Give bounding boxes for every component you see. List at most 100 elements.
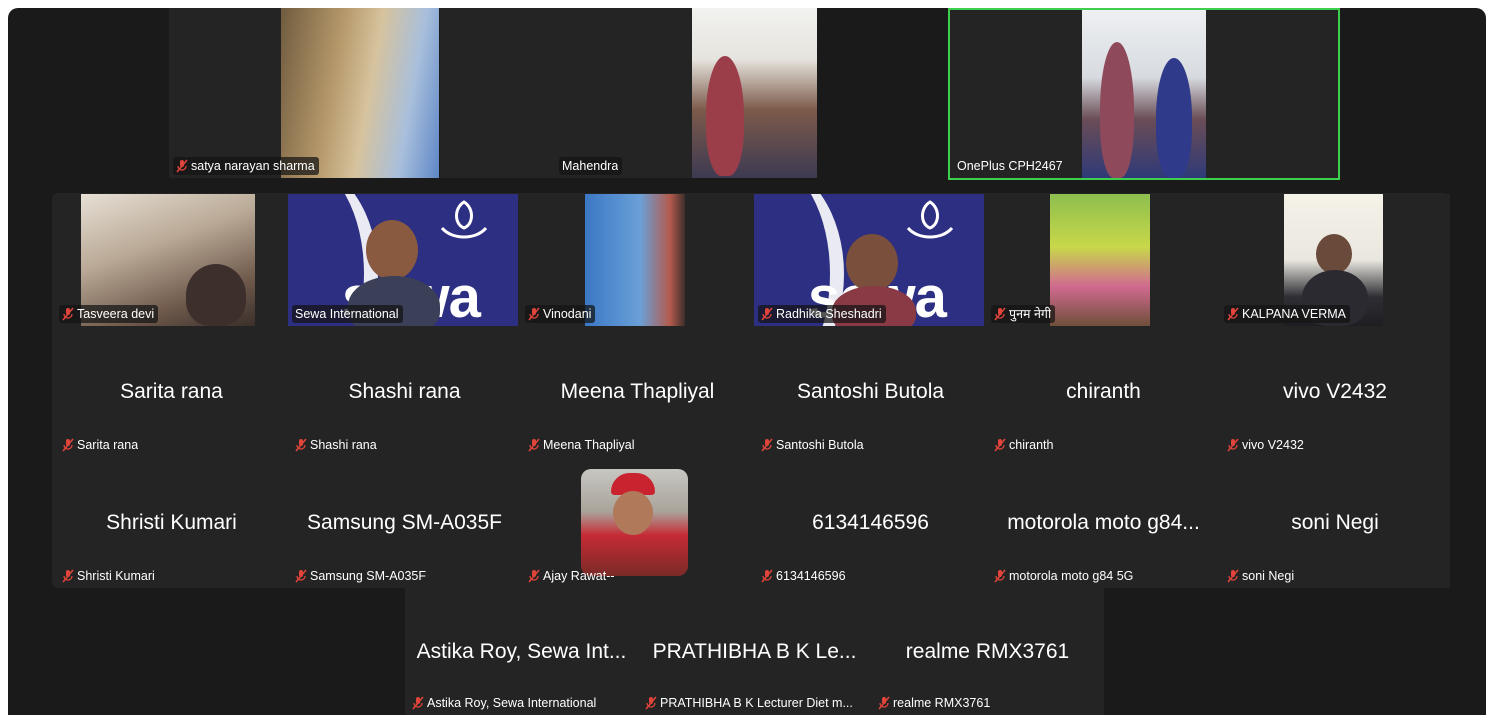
- mic-muted-icon: [528, 438, 540, 452]
- participant-tile[interactable]: पुनम नेगी: [987, 194, 1220, 326]
- participant-name-label: Vinodani: [525, 305, 596, 323]
- participant-name: Radhika Sheshadri: [776, 307, 882, 321]
- participant-tile[interactable]: vivo V2432 vivo V2432: [1220, 326, 1450, 457]
- participant-tile[interactable]: motorola moto g84... motorola moto g84 5…: [987, 457, 1220, 588]
- participant-name-label: 6134146596: [758, 567, 850, 585]
- participant-tile[interactable]: Astika Roy, Sewa Int... Astika Roy, Sewa…: [405, 588, 638, 715]
- participant-tile-active-speaker[interactable]: OnePlus CPH2467: [948, 8, 1340, 180]
- participant-name-label: Tasveera devi: [59, 305, 159, 323]
- participant-name-label: Ajay Rawat--: [525, 567, 619, 585]
- sewa-logo-icon: [906, 200, 954, 239]
- participant-display-name: Samsung SM-A035F: [307, 510, 502, 534]
- participant-name: Ajay Rawat--: [543, 569, 615, 583]
- participant-tile[interactable]: Samsung SM-A035F Samsung SM-A035F: [288, 457, 521, 588]
- participant-tile[interactable]: Ajay Rawat--: [521, 457, 754, 588]
- person-figure: [1156, 58, 1192, 178]
- person-head: [613, 491, 653, 535]
- participant-display-name: Santoshi Butola: [796, 379, 945, 403]
- participant-name: vivo V2432: [1242, 438, 1304, 452]
- participant-video: [1082, 10, 1206, 178]
- participant-name-label: Meena Thapliyal: [525, 436, 639, 454]
- participant-name: Tasveera devi: [77, 307, 155, 321]
- participant-name: Shristi Kumari: [77, 569, 155, 583]
- participant-tile[interactable]: satya narayan sharma: [169, 8, 439, 178]
- mic-muted-icon: [528, 307, 540, 321]
- participant-avatar-photo: [581, 469, 688, 576]
- mic-muted-icon: [295, 569, 307, 583]
- mic-muted-icon: [176, 159, 188, 173]
- participant-tile[interactable]: Mahendra: [440, 8, 817, 178]
- participant-tile[interactable]: PRATHIBHA B K Le... PRATHIBHA B K Lectur…: [638, 588, 871, 715]
- participant-name-label: realme RMX3761: [875, 694, 994, 712]
- participant-tile[interactable]: Shristi Kumari Shristi Kumari: [55, 457, 288, 588]
- participant-tile[interactable]: Vinodani: [521, 194, 754, 326]
- participant-name: motorola moto g84 5G: [1009, 569, 1134, 583]
- participant-name-label: Mahendra: [559, 157, 623, 175]
- sewa-logo-icon: [440, 200, 488, 239]
- participant-display-name: motorola moto g84...: [1007, 510, 1200, 534]
- mic-muted-icon: [1227, 307, 1239, 321]
- participant-name-label: KALPANA VERMA: [1224, 305, 1350, 323]
- participant-tile[interactable]: Sarita rana Sarita rana: [55, 326, 288, 457]
- participant-display-name: soni Negi: [1291, 510, 1379, 534]
- participant-name: Mahendra: [562, 159, 619, 173]
- participant-name: KALPANA VERMA: [1242, 307, 1346, 321]
- participant-name-label: chiranth: [991, 436, 1057, 454]
- participant-tile[interactable]: 6134146596 6134146596: [754, 457, 987, 588]
- person-head: [366, 220, 418, 280]
- mic-muted-icon: [761, 307, 773, 321]
- participant-display-name: vivo V2432: [1283, 379, 1387, 403]
- participant-name: Sarita rana: [77, 438, 139, 452]
- mic-muted-icon: [994, 438, 1006, 452]
- participant-tile[interactable]: soni Negi soni Negi: [1220, 457, 1450, 588]
- participant-name: Samsung SM-A035F: [310, 569, 427, 583]
- mic-muted-icon: [994, 307, 1006, 321]
- participant-tile[interactable]: KALPANA VERMA: [1220, 194, 1450, 326]
- participant-video: [1050, 194, 1150, 326]
- participant-video: [585, 194, 685, 326]
- participant-name: Astika Roy, Sewa International: [427, 696, 597, 710]
- mic-muted-icon: [62, 307, 74, 321]
- participant-name: satya narayan sharma: [191, 159, 315, 173]
- participant-name-label: Sarita rana: [59, 436, 142, 454]
- participant-name: realme RMX3761: [893, 696, 991, 710]
- participant-tile[interactable]: Santoshi Butola Santoshi Butola: [754, 326, 987, 457]
- participant-display-name: Sarita rana: [120, 379, 223, 403]
- participant-name-label: Radhika Sheshadri: [758, 305, 886, 323]
- mic-muted-icon: [761, 569, 773, 583]
- participant-tile[interactable]: chiranth chiranth: [987, 326, 1220, 457]
- participant-name: Vinodani: [543, 307, 592, 321]
- participant-tile[interactable]: Meena Thapliyal Meena Thapliyal: [521, 326, 754, 457]
- participant-tile[interactable]: sewa Radhika Sheshadri: [754, 194, 987, 326]
- person-head: [1316, 234, 1352, 274]
- mic-muted-icon: [1227, 438, 1239, 452]
- participant-display-name: Shashi rana: [348, 379, 461, 403]
- participant-video: [281, 8, 439, 178]
- participant-name: soni Negi: [1242, 569, 1295, 583]
- participant-name-label: पुनम नेगी: [991, 305, 1056, 323]
- participant-name-label: OnePlus CPH2467: [954, 157, 1067, 175]
- participant-name-label: Sewa International: [292, 305, 403, 323]
- mic-muted-icon: [1227, 569, 1239, 583]
- person-figure: [186, 264, 246, 326]
- participant-name: OnePlus CPH2467: [957, 159, 1063, 173]
- participant-video: [692, 8, 817, 178]
- participant-name: chiranth: [1009, 438, 1054, 452]
- participant-tile[interactable]: Tasveera devi: [55, 194, 288, 326]
- participant-name: पुनम नेगी: [1009, 307, 1052, 321]
- person-head: [846, 234, 898, 292]
- participant-tile[interactable]: sewa Sewa International: [288, 194, 521, 326]
- participant-name: Santoshi Butola: [776, 438, 864, 452]
- mic-muted-icon: [994, 569, 1006, 583]
- mic-muted-icon: [62, 569, 74, 583]
- participant-tile[interactable]: realme RMX3761 realme RMX3761: [871, 588, 1104, 715]
- participant-display-name: 6134146596: [812, 510, 929, 534]
- participant-display-name: Meena Thapliyal: [560, 379, 715, 403]
- participant-name-label: Shashi rana: [292, 436, 381, 454]
- participant-tile[interactable]: Shashi rana Shashi rana: [288, 326, 521, 457]
- mic-muted-icon: [528, 569, 540, 583]
- participant-name-label: satya narayan sharma: [173, 157, 319, 175]
- participant-name: Shashi rana: [310, 438, 377, 452]
- participant-name-label: soni Negi: [1224, 567, 1298, 585]
- participant-display-name: Astika Roy, Sewa Int...: [416, 639, 627, 663]
